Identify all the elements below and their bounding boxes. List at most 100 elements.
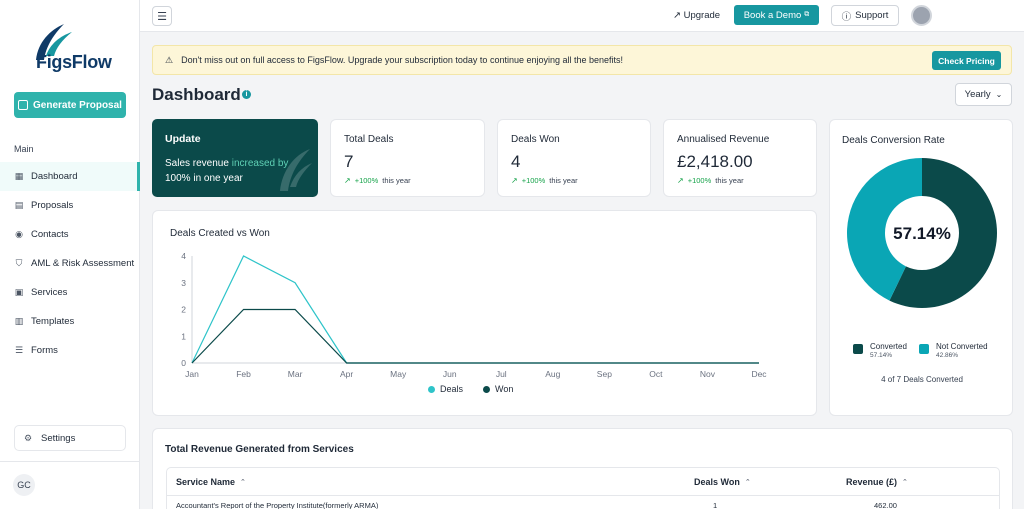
contact-icon: ◉ — [15, 229, 23, 239]
revenue-title: Total Revenue Generated from Services — [165, 444, 354, 455]
stat-trend: ↗ +100% this year — [511, 176, 578, 185]
x-tick-label: Nov — [700, 369, 716, 379]
table-cell-deals: 1 — [713, 501, 718, 509]
stat-label: Annualised Revenue — [677, 134, 770, 145]
book-demo-label: Book a Demo — [743, 9, 802, 21]
upgrade-label: Upgrade — [683, 10, 721, 21]
user-avatar[interactable] — [911, 5, 932, 26]
help-icon: ⓘ — [841, 11, 852, 23]
legend-swatch — [853, 344, 863, 354]
sidebar-item-label: Contacts — [31, 229, 69, 240]
period-value: Yearly — [964, 89, 991, 100]
sidebar-item-aml[interactable]: ⛉ AML & Risk Assessment — [0, 249, 140, 278]
sidebar-item-proposals[interactable]: ▤ Proposals — [0, 191, 140, 220]
book-demo-button[interactable]: Book a Demo ⧉ — [734, 5, 819, 25]
series-line-won — [191, 308, 759, 364]
revenue-table: Service Name ⌃ Deals Won ⌃ Revenue (£) ⌃ Ac… — [166, 467, 1000, 509]
x-tick-label: Oct — [649, 369, 663, 379]
sidebar-item-contacts[interactable]: ◉ Contacts — [0, 220, 140, 249]
conversion-donut-chart: 57.14% — [847, 158, 997, 308]
legend-swatch — [919, 344, 929, 354]
settings-button[interactable]: ⚙ Settings — [14, 425, 126, 451]
x-tick-label: Jun — [443, 369, 457, 379]
donut-center-label: 57.14% — [893, 224, 951, 243]
stat-value: £2,418.00 — [677, 152, 753, 171]
sidebar-item-label: Proposals — [31, 200, 74, 211]
stat-trend: ↗ +100% this year — [677, 176, 744, 185]
update-title: Update — [165, 133, 201, 145]
x-tick-label: Mar — [288, 369, 303, 379]
legend-deals[interactable]: Deals — [428, 384, 463, 394]
stat-card-total-deals: Total Deals 7 ↗ +100% this year — [330, 119, 485, 197]
sort-icon: ⌃ — [240, 479, 246, 486]
sidebar-divider — [0, 461, 140, 462]
sidebar-section-main: Main — [14, 144, 34, 154]
external-link-icon: ⧉ — [804, 11, 810, 18]
column-header-revenue[interactable]: Revenue (£) ⌃ — [846, 468, 908, 496]
x-tick-label: Aug — [545, 369, 560, 379]
sort-icon: ⌃ — [744, 479, 751, 486]
check-pricing-button[interactable]: Check Pricing — [932, 51, 1001, 70]
conversion-card: Deals Conversion Rate 57.14% Converted 5… — [829, 119, 1013, 416]
hamburger-icon: ☰ — [157, 10, 167, 23]
sidebar-item-services[interactable]: ▣ Services — [0, 278, 140, 307]
stat-card-annualised-revenue: Annualised Revenue £2,418.00 ↗ +100% this … — [663, 119, 817, 197]
y-tick-label: 3 — [181, 278, 186, 288]
sidebar-item-dashboard[interactable]: ▦ Dashboard — [0, 162, 140, 191]
proposal-icon — [18, 100, 29, 110]
support-label: Support — [855, 10, 889, 21]
sidebar-item-forms[interactable]: ☰ Forms — [0, 336, 140, 365]
stat-label: Deals Won — [511, 134, 560, 145]
sidebar-item-label: Services — [31, 287, 68, 298]
upgrade-banner: ⚠ Don't miss out on full access to FigsF… — [152, 45, 1012, 75]
y-tick-label: 1 — [181, 331, 186, 341]
y-tick-label: 4 — [181, 251, 186, 261]
x-tick-label: Jan — [185, 369, 199, 379]
page-title: Dashboard — [152, 85, 241, 104]
column-header-service[interactable]: Service Name ⌃ — [176, 468, 246, 496]
deals-chart-card: Deals Created vs Won 0 1 2 3 4 Jan Feb Mar Apr Ma… — [152, 210, 817, 416]
sidebar-item-label: AML & Risk Assessment — [31, 258, 135, 269]
banner-text: Don't miss out on full access to FigsFlo… — [181, 55, 624, 65]
settings-label: Settings — [41, 432, 76, 444]
legend-won[interactable]: Won — [483, 384, 513, 394]
generate-proposal-button[interactable]: Generate Proposal — [14, 92, 126, 118]
x-tick-label: Sep — [597, 369, 612, 379]
chart-legend: Deals Won — [428, 384, 513, 394]
generate-proposal-label: Generate Proposal — [33, 99, 122, 111]
conversion-footer: 4 of 7 Deals Converted — [881, 375, 963, 384]
trend-up-icon: ↗ — [344, 176, 351, 185]
column-header-deals-won[interactable]: Deals Won ⌃ — [694, 468, 751, 496]
period-select[interactable]: Yearly ⌄ — [955, 83, 1012, 106]
logo-text: FigsFlow — [36, 52, 112, 72]
clipboard-icon: ▣ — [14, 287, 24, 297]
info-icon[interactable]: i — [242, 90, 251, 99]
trend-up-icon: ↗ — [511, 176, 518, 185]
table-header-divider — [167, 495, 999, 496]
stat-card-deals-won: Deals Won 4 ↗ +100% this year — [497, 119, 651, 197]
upgrade-link[interactable]: ↗ Upgrade — [673, 10, 720, 21]
chevron-down-icon: ⌄ — [995, 90, 1003, 99]
grid-icon: ▦ — [14, 171, 24, 181]
warning-icon: ⚠ — [165, 54, 174, 65]
menu-toggle-button[interactable]: ☰ — [152, 6, 172, 26]
top-bar: ☰ ↗ Upgrade Book a Demo ⧉ ⓘ Support — [140, 0, 1024, 32]
document-icon: ▤ — [14, 200, 24, 210]
stat-value: 4 — [511, 152, 521, 171]
sidebar-item-label: Templates — [31, 316, 75, 327]
y-tick-label: 0 — [181, 358, 186, 368]
list-icon: ☰ — [14, 345, 24, 355]
revenue-card: Total Revenue Generated from Services Se… — [152, 428, 1013, 509]
conversion-title: Deals Conversion Rate — [842, 135, 945, 146]
x-tick-label: Jul — [496, 369, 507, 379]
avatar[interactable]: GC — [13, 474, 35, 496]
stat-label: Total Deals — [344, 134, 394, 145]
update-card: Update Sales revenue increased by 100% i… — [152, 119, 318, 197]
figsflow-watermark-icon — [280, 149, 312, 191]
gear-icon: ⚙ — [23, 432, 33, 443]
sidebar: FigsFlow Generate Proposal Main ▦ Dashbo… — [0, 0, 140, 509]
support-button[interactable]: ⓘ Support — [831, 5, 899, 26]
sidebar-nav: ▦ Dashboard ▤ Proposals ◉ Contacts ⛉ AML… — [0, 162, 140, 365]
x-tick-label: Feb — [236, 369, 251, 379]
sidebar-item-templates[interactable]: ▥ Templates — [0, 307, 140, 336]
